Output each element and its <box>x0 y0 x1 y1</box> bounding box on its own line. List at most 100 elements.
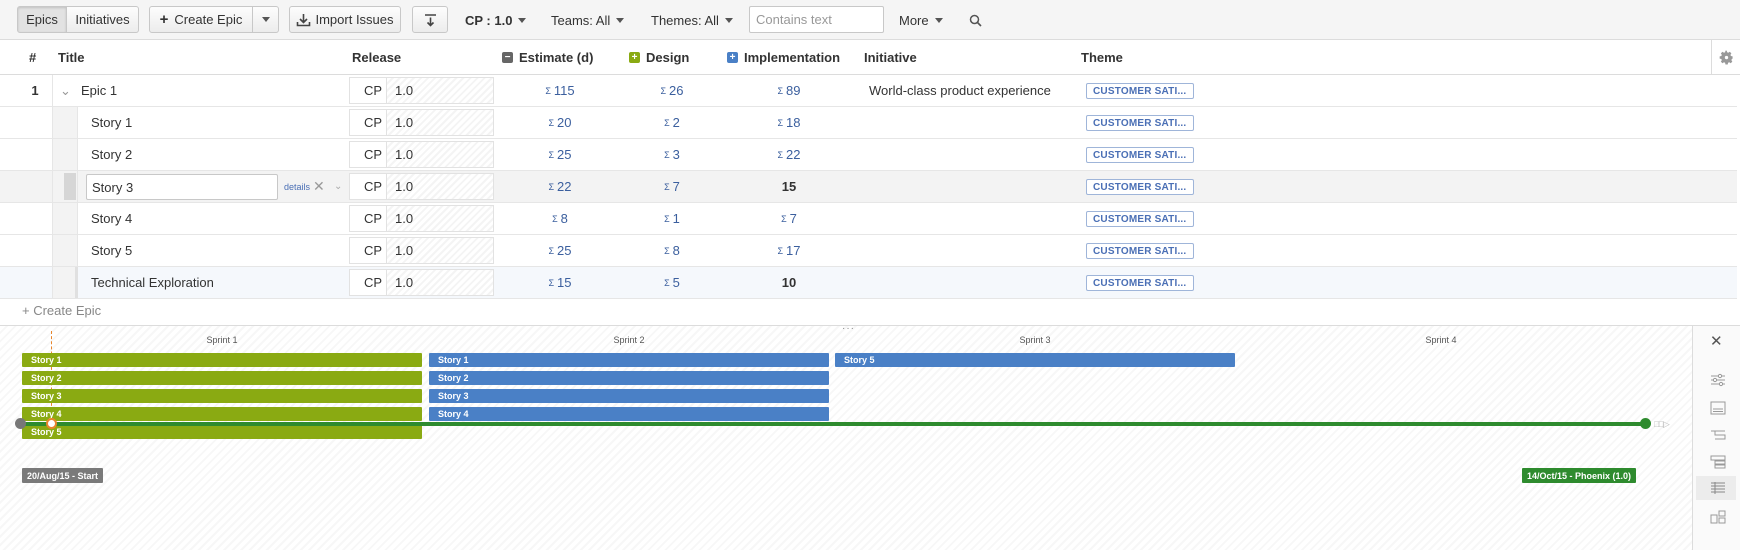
col-header-estimate[interactable]: − Estimate (d) <box>502 40 593 75</box>
implementation-cell[interactable]: 15 <box>749 171 829 202</box>
col-header-implementation[interactable]: + Implementation <box>727 40 840 75</box>
release-version[interactable]: 1.0 <box>387 109 494 136</box>
story-bar[interactable]: Story 3 <box>429 389 829 403</box>
close-icon[interactable]: ✕ <box>313 171 325 202</box>
col-header-release[interactable]: Release <box>352 40 401 75</box>
story-bar[interactable]: Story 3 <box>22 389 422 403</box>
story-title-input[interactable]: Story 3 <box>86 174 278 200</box>
release-version[interactable]: 1.0 <box>387 173 494 200</box>
start-date-badge[interactable]: 20/Aug/15 - Start <box>22 468 104 483</box>
table-row[interactable]: Technical Exploration CP 1.0 Σ 15 Σ 5 10 CUSTOME… <box>0 267 1737 299</box>
table-row[interactable]: Story 5 CP 1.0 Σ 25 Σ 8 Σ 17 CUSTOMER SATI... <box>0 235 1737 267</box>
release-project[interactable]: CP <box>349 237 387 264</box>
story-title[interactable]: Story 5 <box>91 235 132 266</box>
theme-badge[interactable]: CUSTOMER SATI... <box>1086 275 1194 291</box>
close-icon[interactable]: ✕ <box>1710 332 1726 350</box>
sliders-icon[interactable] <box>1710 373 1726 387</box>
collapse-icon[interactable]: − <box>502 52 513 63</box>
theme-badge[interactable]: CUSTOMER SATI... <box>1086 243 1194 259</box>
story-title[interactable]: Story 2 <box>91 139 132 170</box>
story-bar[interactable]: Story 2 <box>22 371 422 385</box>
row-number: 1 <box>18 75 53 106</box>
start-dot[interactable] <box>15 418 26 429</box>
row-drag-handle[interactable] <box>64 173 76 200</box>
list-view-icon[interactable] <box>1710 481 1726 495</box>
table-row[interactable]: Story 1 CP 1.0 Σ 20 Σ 2 Σ 18 CUSTOMER SATI... <box>0 107 1737 139</box>
resize-handle[interactable]: ··· <box>842 323 855 334</box>
tab-epics[interactable]: Epics <box>17 6 67 33</box>
card-view-icon[interactable] <box>1710 401 1726 415</box>
release-version[interactable]: 1.0 <box>387 141 494 168</box>
theme-badge[interactable]: CUSTOMER SATI... <box>1086 147 1194 163</box>
release-project[interactable]: CP <box>349 141 387 168</box>
release-filter[interactable]: CP : 1.0 <box>465 0 527 40</box>
import-issues-button[interactable]: Import Issues <box>289 6 401 33</box>
col-header-design[interactable]: + Design <box>629 40 689 75</box>
themes-filter[interactable]: Themes: All <box>651 0 733 40</box>
release-project[interactable]: CP <box>349 205 387 232</box>
details-link[interactable]: details <box>284 171 310 202</box>
release-version[interactable]: 1.0 <box>387 77 494 104</box>
teams-filter[interactable]: Teams: All <box>551 0 625 40</box>
table-row[interactable]: Story 2 CP 1.0 Σ 25 Σ 3 Σ 22 CUSTOMER SATI... <box>0 139 1737 171</box>
expand-icon[interactable]: + <box>727 52 738 63</box>
chevron-down-icon[interactable]: ⌄ <box>334 171 342 202</box>
story-bar[interactable]: Story 4 <box>429 407 829 421</box>
swimlane-icon[interactable] <box>1710 429 1726 443</box>
release-version[interactable]: 1.0 <box>387 269 494 296</box>
release-dot[interactable] <box>1640 418 1651 429</box>
sigma-icon: Σ <box>545 85 551 96</box>
story-bar[interactable]: Story 1 <box>429 353 829 367</box>
tab-initiatives[interactable]: Initiatives <box>67 6 139 33</box>
table-row[interactable]: Story 4 CP 1.0 Σ 8 Σ 1 Σ 7 CUSTOMER SATI... <box>0 203 1737 235</box>
create-epic-button[interactable]: + Create Epic <box>149 6 253 33</box>
split-view-icon[interactable] <box>1710 510 1726 524</box>
indent-gutter <box>53 139 78 170</box>
sigma-icon: Σ <box>548 149 555 160</box>
design-cell: Σ1 <box>632 203 712 234</box>
estimate-cell: Σ 115 <box>520 75 600 106</box>
create-epic-link[interactable]: + Create Epic <box>22 303 101 318</box>
story-bar[interactable]: Story 5 <box>22 425 422 439</box>
export-button[interactable] <box>412 6 448 33</box>
story-bar[interactable]: Story 5 <box>835 353 1235 367</box>
epic-title[interactable]: Epic 1 <box>81 75 117 106</box>
release-version[interactable]: 1.0 <box>387 237 494 264</box>
col-header-title[interactable]: Title <box>58 40 85 75</box>
implementation-cell[interactable]: 10 <box>749 267 829 298</box>
theme-badge[interactable]: CUSTOMER SATI... <box>1086 83 1194 99</box>
theme-badge[interactable]: CUSTOMER SATI... <box>1086 179 1194 195</box>
initiative-cell[interactable]: World-class product experience <box>869 75 1051 106</box>
estimate-cell: Σ 25 <box>520 235 600 266</box>
release-version[interactable]: 1.0 <box>387 205 494 232</box>
col-header-design-label: Design <box>646 50 690 65</box>
release-project[interactable]: CP <box>349 77 387 104</box>
chevron-down-icon[interactable]: ⌄ <box>60 75 71 106</box>
expand-icon[interactable]: + <box>629 52 640 63</box>
hierarchy-icon[interactable] <box>1710 455 1726 469</box>
story-bar[interactable]: Story 2 <box>429 371 829 385</box>
search-input[interactable] <box>749 6 884 33</box>
release-project[interactable]: CP <box>349 173 387 200</box>
story-bar[interactable]: Story 4 <box>22 407 422 421</box>
create-epic-dropdown[interactable] <box>253 6 279 33</box>
release-date-badge[interactable]: 14/Oct/15 - Phoenix (1.0) <box>1522 468 1637 483</box>
story-title[interactable]: Story 4 <box>91 203 132 234</box>
col-header-implementation-label: Implementation <box>744 50 841 65</box>
col-header-theme[interactable]: Theme <box>1081 40 1123 75</box>
search-button[interactable] <box>969 0 982 40</box>
story-title[interactable]: Technical Exploration <box>91 267 214 298</box>
column-settings-button[interactable] <box>1711 40 1740 75</box>
sigma-icon: Σ <box>777 149 784 160</box>
release-project[interactable]: CP <box>349 109 387 136</box>
theme-badge[interactable]: CUSTOMER SATI... <box>1086 115 1194 131</box>
col-header-initiative[interactable]: Initiative <box>864 40 917 75</box>
release-project[interactable]: CP <box>349 269 387 296</box>
table-row[interactable]: Story 3 details ✕ ⌄ CP 1.0 Σ 22 Σ 7 15 CUSTOMER SAT… <box>0 171 1737 203</box>
more-menu[interactable]: More <box>899 0 943 40</box>
table-row[interactable]: 1 ⌄ Epic 1 CP 1.0 Σ 115 Σ 26 Σ 89 World-cla… <box>0 75 1737 107</box>
story-bar[interactable]: Story 1 <box>22 353 422 367</box>
story-title[interactable]: Story 1 <box>91 107 132 138</box>
today-dot[interactable] <box>46 418 57 429</box>
theme-badge[interactable]: CUSTOMER SATI... <box>1086 211 1194 227</box>
